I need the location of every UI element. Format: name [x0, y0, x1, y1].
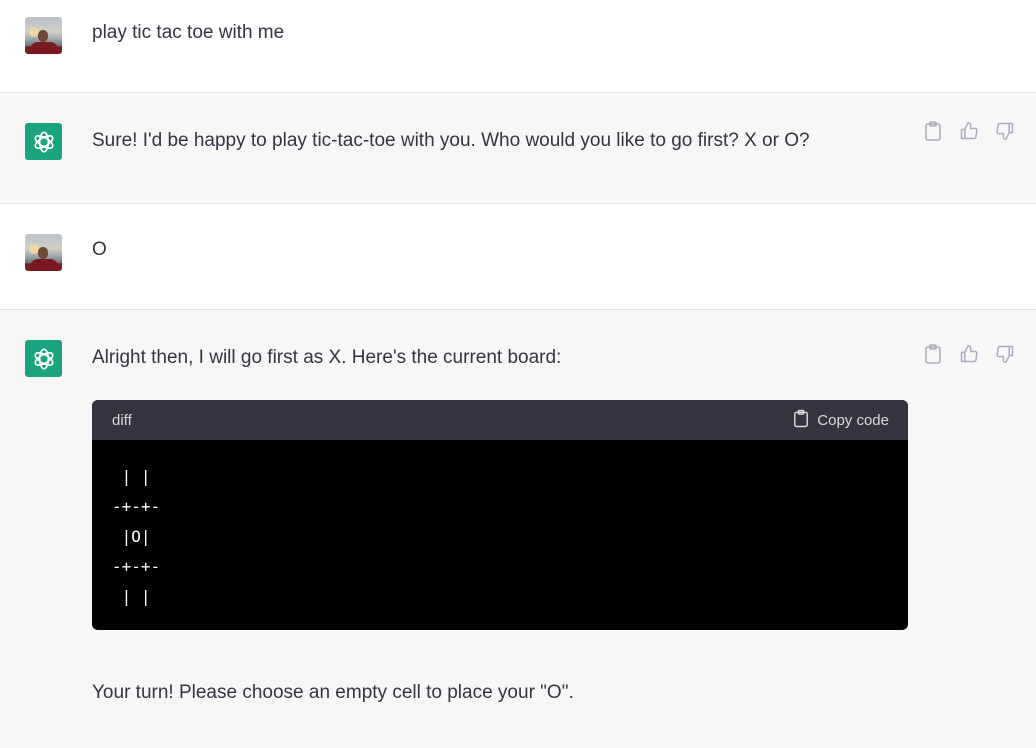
message-text: Alright then, I will go first as X. Here… [92, 347, 562, 368]
message-text: play tic tac toe with me [92, 22, 285, 43]
openai-logo-icon [25, 340, 62, 377]
followup-text: Your turn! Please choose an empty cell t… [92, 682, 574, 703]
message-user-1: play tic tac toe with me [0, 0, 1036, 93]
code-content: | | -+-+- |O| -+-+- | | [92, 440, 908, 630]
clipboard-icon[interactable] [922, 120, 944, 142]
openai-logo-icon [25, 123, 62, 160]
message-text: Sure! I'd be happy to play tic-tac-toe w… [92, 130, 810, 151]
code-language: diff [112, 411, 132, 429]
clipboard-icon [793, 409, 809, 432]
code-line: -+-+- [112, 557, 161, 576]
code-line: | | [112, 587, 151, 606]
thumbs-up-icon[interactable] [958, 343, 980, 365]
user-avatar [25, 234, 62, 271]
message-assistant-2: Alright then, I will go first as X. Here… [0, 310, 1036, 748]
message-actions [922, 343, 1016, 365]
code-block-header: diff Copy code [92, 400, 908, 440]
thumbs-up-icon[interactable] [958, 120, 980, 142]
code-block: diff Copy code | | -+-+- |O| -+-+- | | [92, 400, 908, 630]
message-user-2: O [0, 204, 1036, 310]
code-line: |O| [112, 527, 151, 546]
message-text: O [92, 239, 107, 260]
copy-code-label: Copy code [817, 411, 889, 429]
thumbs-down-icon[interactable] [994, 120, 1016, 142]
thumbs-down-icon[interactable] [994, 343, 1016, 365]
message-actions [922, 120, 1016, 142]
clipboard-icon[interactable] [922, 343, 944, 365]
code-line: -+-+- [112, 497, 161, 516]
user-avatar [25, 17, 62, 54]
code-line: | | [112, 467, 151, 486]
message-assistant-1: Sure! I'd be happy to play tic-tac-toe w… [0, 93, 1036, 204]
copy-code-button[interactable]: Copy code [793, 409, 889, 432]
